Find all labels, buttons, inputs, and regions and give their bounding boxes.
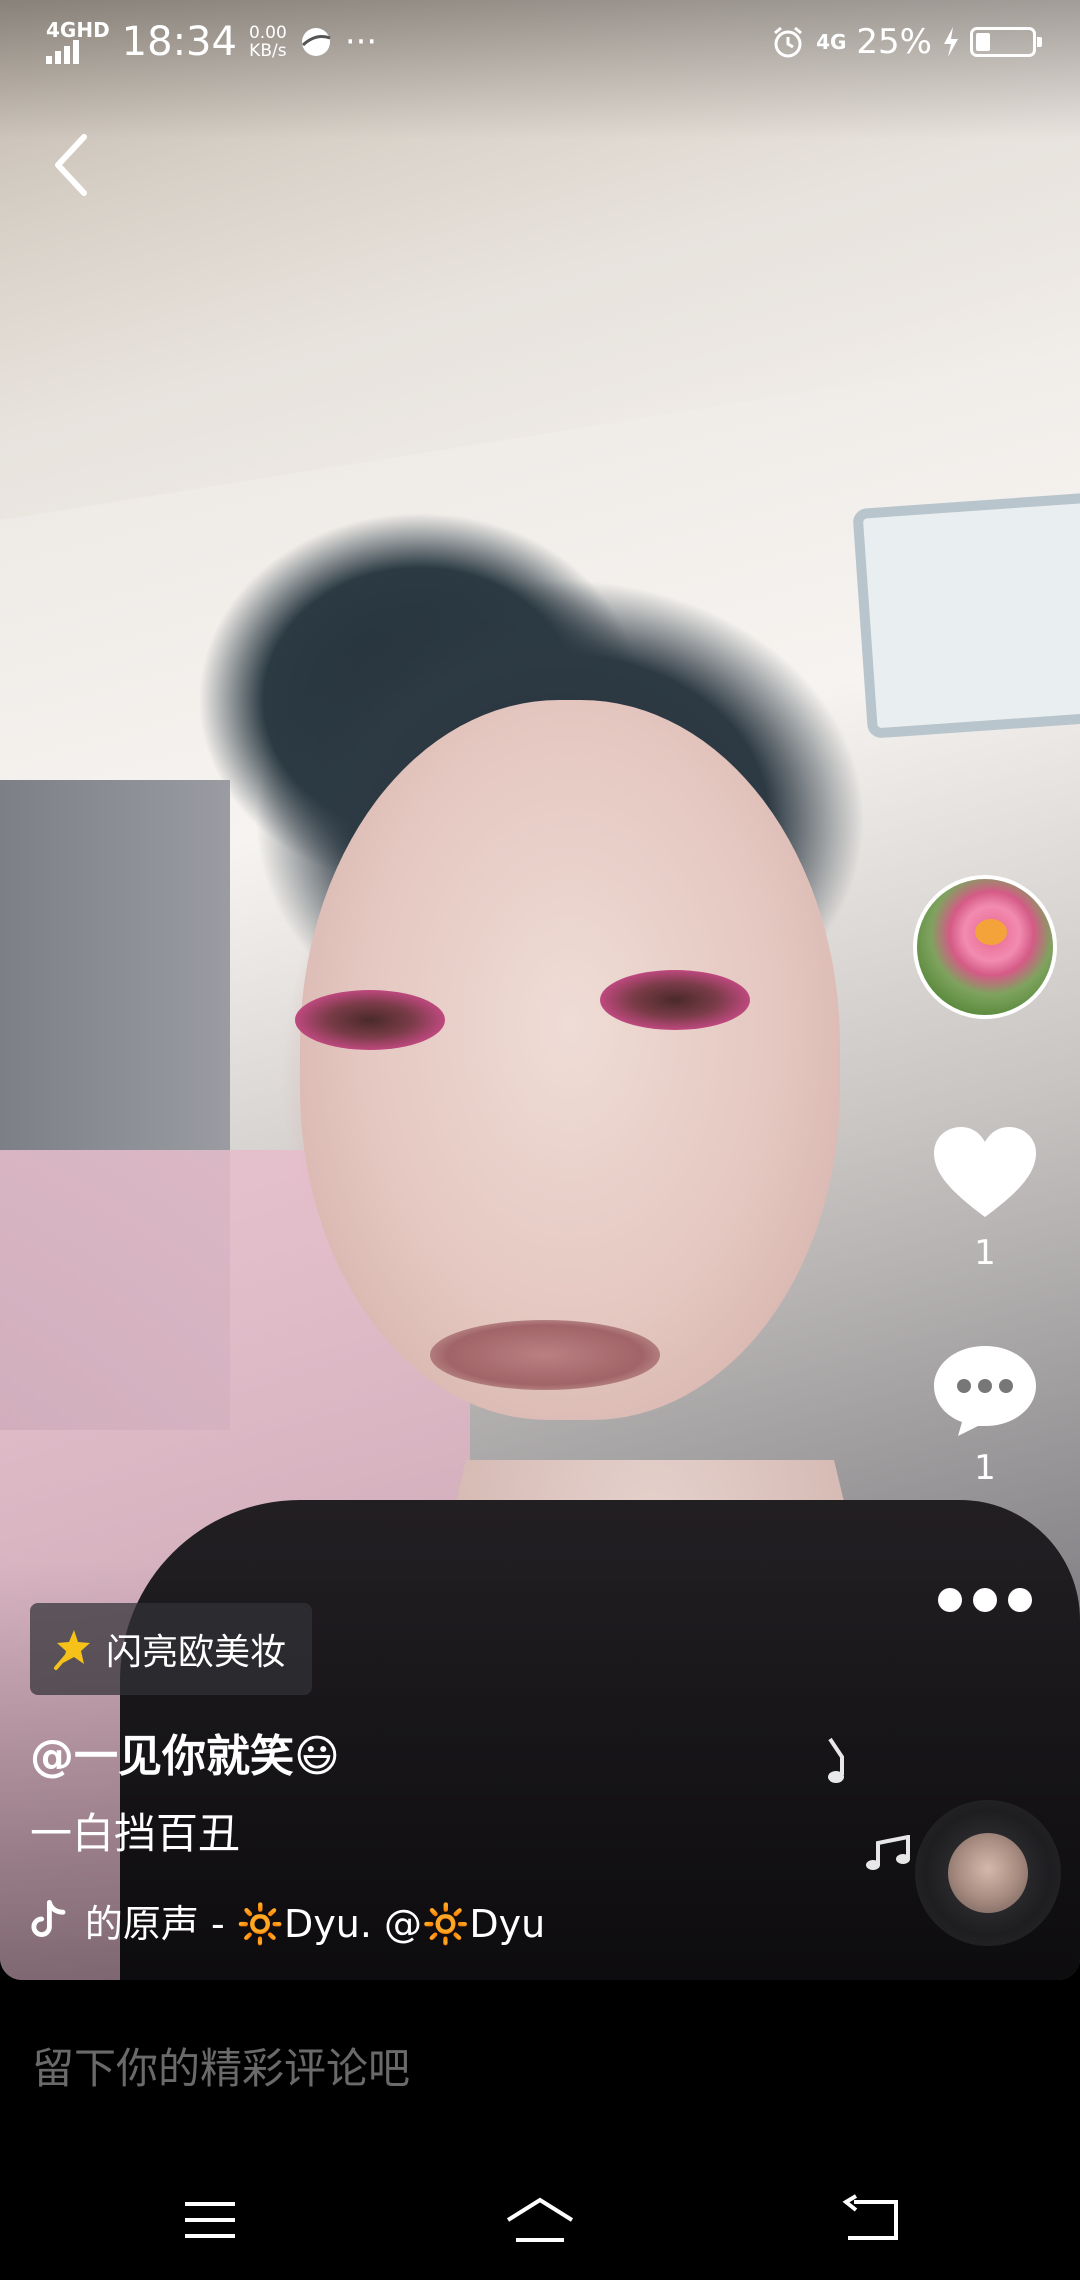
video-scene-clock (852, 491, 1080, 739)
comment-input[interactable]: 留下你的精彩评论吧 (0, 1980, 1080, 2150)
like-button[interactable]: 1 (900, 1125, 1070, 1273)
back-arrow-icon[interactable] (44, 125, 104, 205)
screen: 4GHD 18:34 0.00 KB/s ··· 4G 25% 1 1 闪亮欧美… (0, 0, 1080, 2280)
effect-label: 闪亮欧美妆 (106, 1632, 287, 1673)
effect-chip[interactable]: 闪亮欧美妆 (30, 1603, 313, 1695)
magic-wand-icon (54, 1630, 90, 1670)
author-username[interactable]: @一见你就笑😃 (30, 1720, 340, 1784)
floating-notes-icon (866, 1835, 910, 1870)
music-disc-cover (948, 1833, 1028, 1913)
clock-time: 18:34 (121, 19, 237, 65)
like-count: 1 (974, 1233, 996, 1273)
status-bar-left: 4GHD 18:34 0.00 KB/s ··· (46, 14, 377, 70)
video-scene-eye-right (600, 970, 750, 1030)
status-bar-right: 4G 25% (770, 14, 1042, 70)
video-scene-lips (430, 1320, 660, 1390)
more-notifications-icon: ··· (344, 22, 378, 62)
music-disc[interactable] (915, 1800, 1061, 1946)
battery-icon (970, 27, 1042, 57)
heart-icon (934, 1127, 1036, 1217)
comment-bubble-icon (934, 1346, 1036, 1436)
comment-count: 1 (974, 1448, 996, 1488)
comment-button[interactable]: 1 (900, 1340, 1070, 1488)
music-title: 的原声 - 🔆Dyu. @🔆Dyu (84, 1901, 546, 1946)
avatar-flower-center (975, 919, 1007, 945)
network-speed: 0.00 KB/s (249, 24, 287, 60)
network-speed-unit: KB/s (249, 41, 287, 61)
tiktok-note-icon (31, 1900, 66, 1937)
system-navigation-bar (0, 2150, 1080, 2280)
more-options-button[interactable] (900, 1580, 1070, 1620)
alarm-icon (774, 26, 803, 58)
video-scene-eye-left (295, 990, 445, 1050)
battery-percent: 25% (856, 22, 932, 62)
mobile-data-label: 4G (816, 30, 847, 54)
more-dots-icon (938, 1588, 1032, 1612)
floating-note-icon (828, 1737, 844, 1783)
back-nav-icon[interactable] (830, 2190, 910, 2250)
video-caption: 一白挡百丑 (30, 1809, 241, 1858)
network-indicator: 4GHD (46, 20, 110, 64)
battery-fill (976, 33, 990, 51)
music-info[interactable]: 的原声 - 🔆Dyu. @🔆Dyu (30, 1890, 570, 1950)
home-icon[interactable] (500, 2190, 580, 2250)
charging-icon (944, 27, 958, 57)
comment-placeholder: 留下你的精彩评论吧 (32, 2043, 411, 2093)
network-type: 4GHD (46, 18, 110, 42)
menu-icon[interactable] (170, 2190, 250, 2250)
network-speed-value: 0.00 (248, 23, 287, 43)
video-scene-face (300, 700, 840, 1420)
browser-icon (301, 28, 331, 56)
status-bar: 4GHD 18:34 0.00 KB/s ··· 4G 25% (0, 0, 1080, 80)
author-avatar[interactable] (913, 875, 1057, 1019)
